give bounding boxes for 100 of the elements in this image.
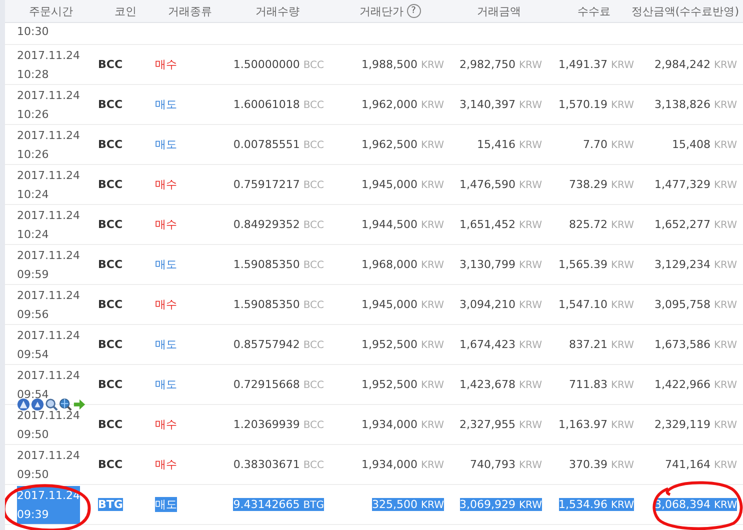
column-header: 주문시간 (29, 4, 73, 18)
unit-price: 1,962,500 KRW (362, 138, 444, 151)
trade-type: 매도 (155, 137, 177, 152)
settlement-amount: 2,984,242 KRW (654, 58, 737, 71)
trade-amount: 3,069,929 KRW (460, 498, 542, 511)
help-icon[interactable]: ? (406, 4, 420, 18)
trade-quantity: 0.72915668 BCC (233, 378, 324, 391)
fee-amount: 1,534.96 KRW (558, 498, 634, 511)
coin-name: BCC (98, 338, 123, 351)
trade-amount: 3,094,210 KRW (460, 298, 542, 311)
settlement-amount: 3,138,826 KRW (654, 98, 737, 111)
trade-quantity: 1.59085350 BCC (233, 258, 324, 271)
trade-quantity: 1.60061018 BCC (233, 98, 324, 111)
order-time: 2017.11.24 09:50 (17, 448, 80, 482)
trade-amount: 740,793 KRW (470, 458, 542, 471)
trade-amount: 15,416 KRW (477, 138, 542, 151)
coin-name: BCC (98, 458, 123, 471)
settlement-amount: 1,422,966 KRW (654, 378, 737, 391)
unit-price: 1,934,000 KRW (362, 458, 444, 471)
trade-quantity: 0.84929352 BCC (233, 218, 324, 231)
settlement-amount: 1,673,586 KRW (654, 338, 737, 351)
settlement-amount: 15,408 KRW (672, 138, 737, 151)
trade-amount: 1,651,452 KRW (460, 218, 542, 231)
settlement-amount: 3,095,758 KRW (654, 298, 737, 311)
order-time: 2017.11.24 09:59 (17, 248, 80, 282)
coin-name: BCC (98, 178, 123, 191)
trade-quantity: 0.00785551 BCC (233, 138, 324, 151)
order-time: 2017.11.24 09:54 (17, 368, 80, 402)
trade-amount: 3,140,397 KRW (460, 98, 542, 111)
column-header: 거래수량 (256, 4, 300, 18)
unit-price: 1,962,000 KRW (362, 98, 444, 111)
unit-price: 1,944,500 KRW (362, 218, 444, 231)
trade-quantity: 0.38303671 BCC (233, 458, 324, 471)
unit-price: 1,934,000 KRW (362, 418, 444, 431)
magnifier-icon[interactable] (45, 398, 58, 411)
unit-price: 1,968,000 KRW (362, 258, 444, 271)
trade-quantity: 0.85757942 BCC (233, 338, 324, 351)
column-header: 거래금액 (477, 4, 521, 18)
trade-quantity: 0.75917217 BCC (233, 178, 324, 191)
trade-quantity: 9.43142665 BTG (233, 498, 324, 511)
order-time: 2017.11.24 09:50 (17, 408, 80, 442)
trade-type: 매도 (155, 337, 177, 352)
unit-price: 1,952,500 KRW (362, 338, 444, 351)
coin-name: BCC (98, 218, 123, 231)
column-header: 코인 (114, 4, 136, 18)
fee-amount: 825.72 KRW (569, 218, 634, 231)
column-header: 거래종류 (168, 4, 212, 18)
trade-type: 매수 (155, 297, 177, 312)
coin-name: BCC (98, 378, 123, 391)
coin-name: BCC (98, 58, 123, 71)
settlement-amount: 1,477,329 KRW (654, 178, 737, 191)
unit-price: 1,945,000 KRW (362, 298, 444, 311)
order-time: 2017.11.24 10:24 (17, 208, 80, 242)
trade-amount: 2,327,955 KRW (460, 418, 542, 431)
order-time: 2017.11.24 10:24 (17, 168, 80, 202)
unit-price: 1,988,500 KRW (362, 58, 444, 71)
fee-amount: 1,570.19 KRW (558, 98, 634, 111)
trade-type: 매수 (155, 417, 177, 432)
fee-amount: 837.21 KRW (569, 338, 634, 351)
unit-price: 1,952,500 KRW (362, 378, 444, 391)
order-time: 2017.11.24 09:54 (17, 328, 80, 362)
trade-type: 매수 (155, 57, 177, 72)
coin-name: BTG (98, 498, 123, 511)
column-header: 수수료 (578, 4, 610, 18)
coin-name: BCC (98, 98, 123, 111)
fee-amount: 1,565.39 KRW (558, 258, 634, 271)
settlement-amount: 1,652,277 KRW (654, 218, 737, 231)
order-time: 2017.11.24 10:26 (17, 88, 80, 122)
trade-amount: 3,130,799 KRW (460, 258, 542, 271)
fee-amount: 738.29 KRW (569, 178, 634, 191)
coin-name: BCC (98, 258, 123, 271)
unit-price: 1,945,000 KRW (362, 178, 444, 191)
trade-amount: 1,423,678 KRW (460, 378, 542, 391)
trade-amount: 1,674,423 KRW (460, 338, 542, 351)
trade-quantity: 1.50000000 BCC (233, 58, 324, 71)
fee-amount: 711.83 KRW (569, 378, 634, 391)
order-time: 2017.11.24 09:39 (17, 486, 80, 524)
column-header: 거래단가 (360, 4, 404, 18)
trade-type: 매수 (155, 177, 177, 192)
trade-type: 매수 (155, 217, 177, 232)
trade-type: 매도 (155, 497, 177, 512)
order-time: 2017.11.24 10:26 (17, 128, 80, 162)
fee-amount: 1,547.10 KRW (558, 298, 634, 311)
coin-name: BCC (98, 418, 123, 431)
unit-price: 325,500 KRW (372, 498, 444, 511)
trade-type: 매도 (155, 97, 177, 112)
fee-amount: 1,163.97 KRW (558, 418, 634, 431)
trade-amount: 2,982,750 KRW (460, 58, 542, 71)
order-time: 10:30 (16, 26, 50, 40)
settlement-amount: 2,329,119 KRW (654, 418, 737, 431)
coin-name: BCC (98, 138, 123, 151)
trade-type: 매수 (155, 457, 177, 472)
column-header: 정산금액(수수료반영) (631, 4, 739, 18)
coin-name: BCC (98, 298, 123, 311)
settlement-amount: 741,164 KRW (665, 458, 737, 471)
settlement-amount: 3,068,394 KRW (654, 498, 737, 511)
trade-amount: 1,476,590 KRW (460, 178, 542, 191)
trade-type: 매도 (155, 257, 177, 272)
fee-amount: 370.39 KRW (569, 458, 634, 471)
trade-quantity: 1.59085350 BCC (233, 298, 324, 311)
